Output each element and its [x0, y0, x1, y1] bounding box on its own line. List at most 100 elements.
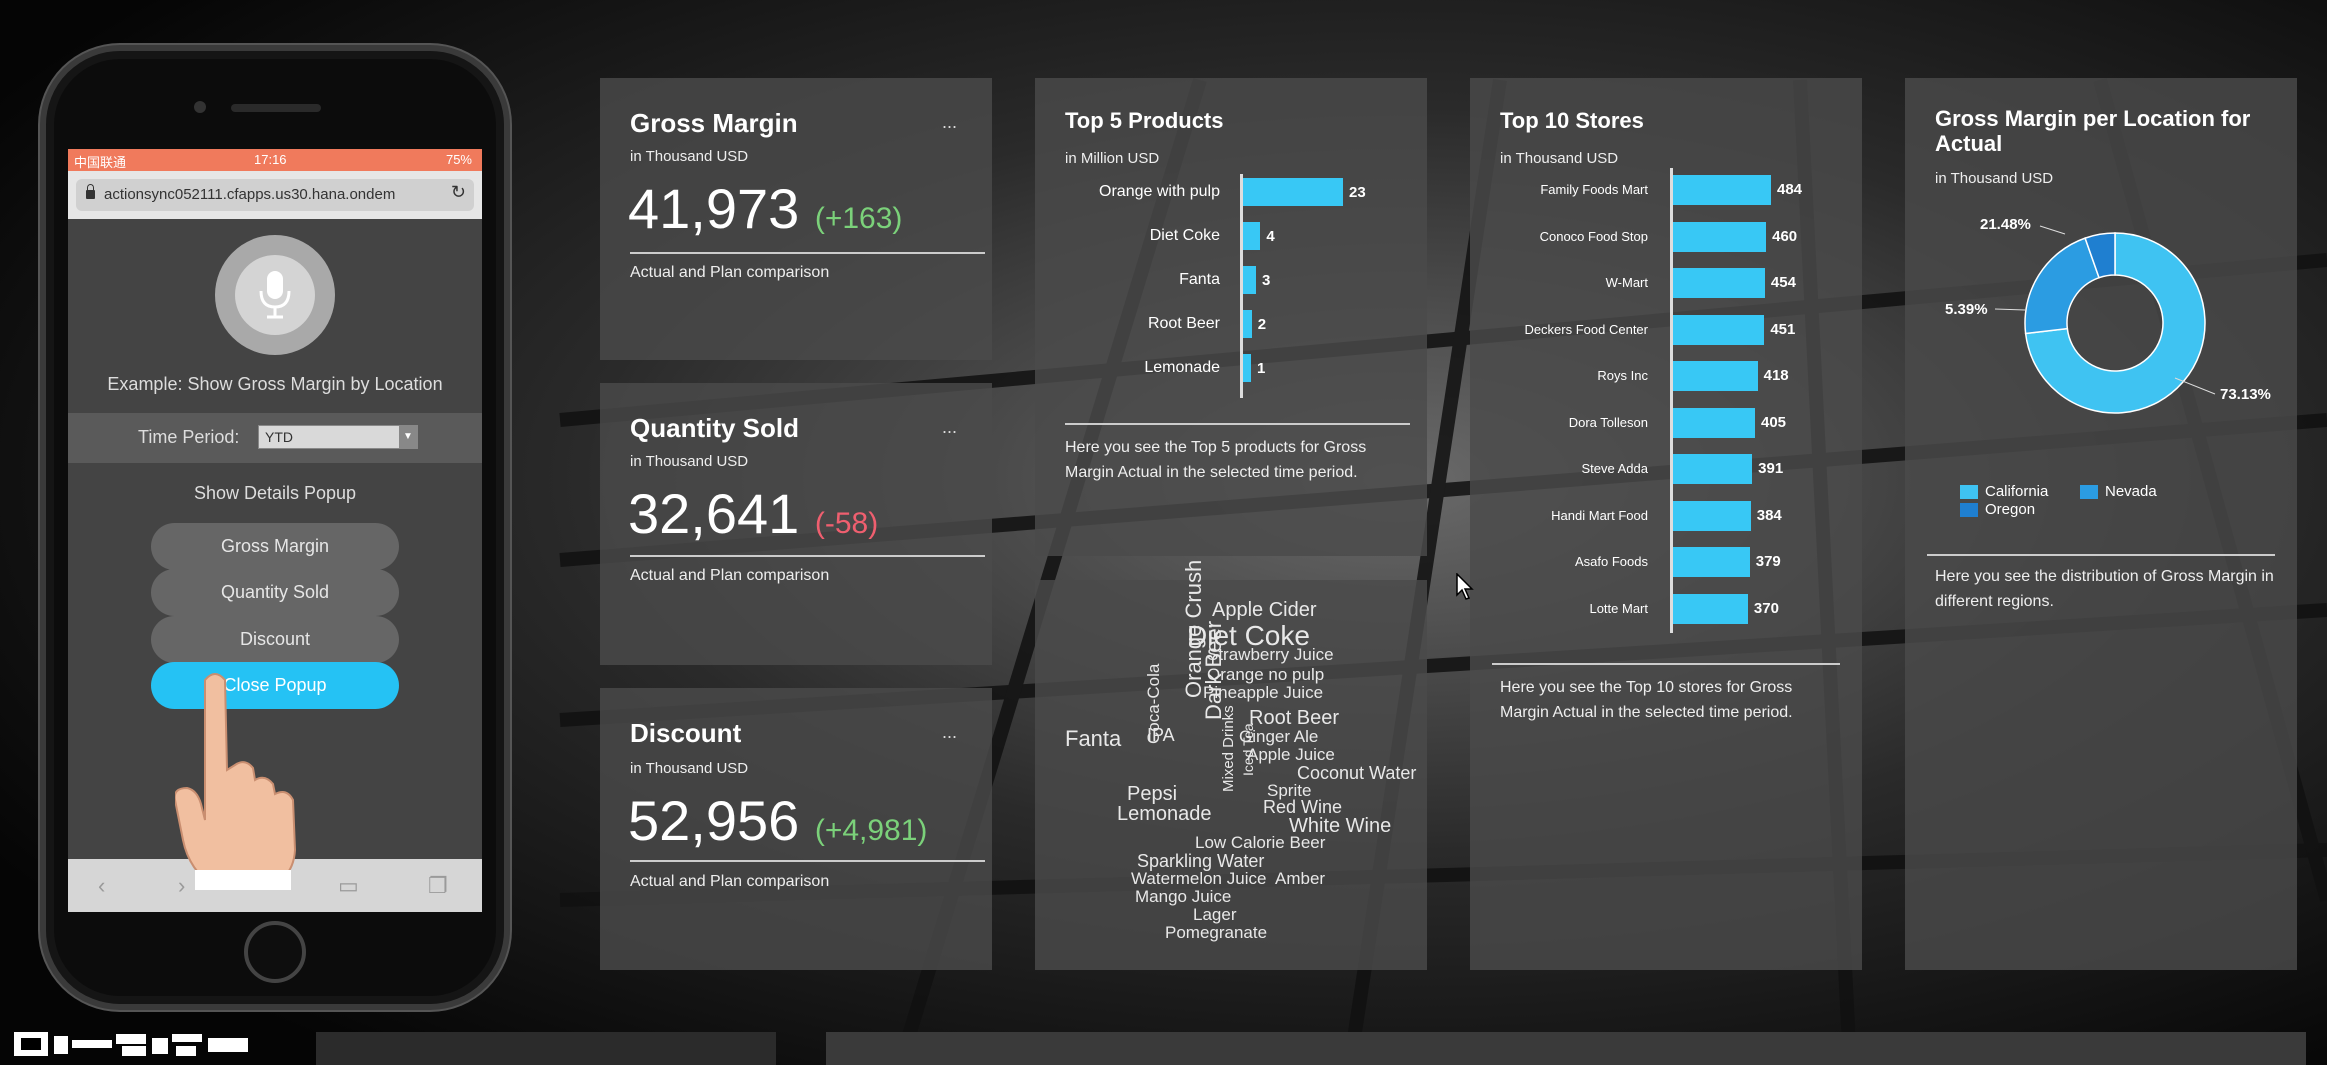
word-cloud-term: Apple Cider — [1212, 599, 1317, 621]
bookmarks-icon[interactable]: ▭ — [338, 873, 359, 899]
word-cloud-term: Coca-Cola — [1144, 663, 1163, 744]
word-cloud-term: Fanta — [1065, 726, 1122, 751]
bar — [1673, 407, 1755, 438]
bar — [1673, 547, 1750, 577]
bar — [1673, 500, 1751, 531]
bar-label: Conoco Food Stop — [1539, 228, 1648, 244]
bottom-strip — [316, 1032, 776, 1065]
bar-value: 384 — [1756, 506, 1782, 524]
bar-label: Handi Mart Food — [1551, 507, 1648, 523]
bar-label: Lotte Mart — [1589, 600, 1648, 616]
gross-margin-card[interactable]: Gross Margin ... in Thousand USD 41,973 … — [600, 78, 992, 360]
bar — [1243, 178, 1343, 206]
quantity-sold-button[interactable]: Quantity Sold — [151, 569, 399, 616]
card-title: Top 5 Products — [1065, 108, 1224, 133]
bar-label: Steve Adda — [1581, 461, 1649, 476]
divider — [630, 860, 985, 862]
kpi-number: 52,956 — [628, 789, 800, 852]
reload-icon[interactable]: ↻ — [451, 182, 466, 203]
word-cloud-term: Apple Juice — [1247, 745, 1335, 764]
pointing-hand-icon — [175, 673, 297, 890]
gm-location-card[interactable]: Gross Margin per Location for Actual in … — [1905, 78, 2297, 970]
kpi-note: Actual and Plan comparison — [630, 264, 830, 281]
top-stores-card[interactable]: Top 10 Stores in Thousand USD Family Foo… — [1470, 78, 1862, 970]
card-unit: in Thousand USD — [630, 760, 749, 777]
bar-value: 1 — [1257, 360, 1266, 377]
bar-label: W-Mart — [1605, 275, 1648, 290]
bar-value: 391 — [1758, 460, 1784, 477]
divider — [1927, 554, 2275, 556]
bar — [1673, 454, 1753, 484]
word-cloud-card[interactable]: Apple Cider Diet Coke Strawberry Juice Oran… — [1035, 560, 1427, 970]
bar — [1673, 221, 1767, 252]
time-period-row: Time Period: YTD ▼ — [68, 413, 482, 463]
microphone-icon — [259, 271, 291, 319]
bar-value: 3 — [1262, 272, 1271, 289]
status-time: 17:16 — [254, 152, 287, 167]
bar-label: Deckers Food Center — [1524, 321, 1648, 337]
word-cloud-term: Lemonade — [1117, 803, 1212, 825]
time-period-label: Time Period: — [138, 427, 240, 447]
quantity-sold-card[interactable]: Quantity Sold ... in Thousand USD 32,641… — [600, 383, 992, 665]
bar-value: 2 — [1257, 316, 1267, 333]
bar — [1673, 175, 1771, 205]
microphone-button[interactable] — [215, 235, 335, 355]
bar-label: Orange with pulp — [1099, 183, 1220, 200]
battery-label: 75% — [445, 152, 472, 167]
home-button[interactable] — [244, 921, 306, 983]
bar-value: 405 — [1761, 413, 1787, 431]
more-options-icon[interactable]: ... — [942, 722, 957, 743]
kpi-delta: (-58) — [814, 507, 879, 540]
bar — [1673, 361, 1758, 391]
kpi-number: 41,973 — [628, 177, 800, 240]
chevron-down-icon: ▼ — [399, 426, 417, 448]
card-description: Here you see the distribution of Gross M… — [1935, 568, 2274, 610]
back-icon[interactable]: ‹ — [98, 873, 105, 899]
bar — [1243, 310, 1252, 338]
divider — [1065, 423, 1410, 425]
gross-margin-button[interactable]: Gross Margin — [151, 523, 399, 570]
bar-label: Family Foods Mart — [1540, 182, 1648, 197]
discount-card[interactable]: Discount ... in Thousand USD 52,956 (+4,… — [600, 688, 992, 970]
example-hint: Example: Show Gross Margin by Location — [107, 374, 443, 394]
kpi-value: 41,973 (+163) — [628, 176, 902, 241]
more-options-icon[interactable]: ... — [942, 112, 957, 133]
bar — [1673, 314, 1765, 345]
tabs-icon[interactable]: ❐ — [428, 873, 448, 899]
legend-california: California — [1985, 483, 2049, 500]
divider — [630, 555, 985, 557]
bar-value: 379 — [1755, 553, 1781, 570]
bar-label: Root Beer — [1147, 315, 1220, 332]
bar-label: Fanta — [1179, 271, 1220, 288]
word-cloud-term: Mixed Drinks — [1220, 705, 1237, 792]
card-title: Top 10 Stores — [1500, 108, 1644, 133]
word-cloud-term: Iced Tea — [1240, 723, 1256, 776]
legend-oregon: Oregon — [1985, 501, 2036, 518]
kpi-value: 52,956 (+4,981) — [628, 788, 927, 853]
discount-button[interactable]: Discount — [151, 616, 399, 663]
carrier-label: 中国联通 — [74, 155, 127, 170]
time-period-value: YTD — [265, 429, 293, 445]
microphone-inner — [235, 255, 315, 335]
legend-nevada: Nevada — [2105, 483, 2157, 500]
top-products-card[interactable]: Top 5 Products in Million USD Orange wit… — [1035, 78, 1427, 556]
card-unit: in Thousand USD — [630, 453, 749, 470]
word-cloud-term: Pepsi — [1127, 783, 1178, 805]
bar-value: 484 — [1777, 181, 1803, 198]
logo-icon — [14, 1032, 248, 1056]
kpi-note: Actual and Plan comparison — [630, 873, 830, 890]
bar — [1673, 268, 1765, 298]
card-unit: in Million USD — [1065, 150, 1160, 167]
bar-label: Asafo Foods — [1575, 554, 1648, 569]
time-period-select[interactable]: YTD ▼ — [258, 425, 418, 449]
url-field[interactable]: actionsync052111.cfapps.us30.hana.ondem … — [76, 179, 474, 211]
more-options-icon[interactable]: ... — [942, 417, 957, 438]
kpi-number: 32,641 — [628, 482, 800, 545]
bar-label: Diet Coke — [1149, 227, 1220, 244]
kpi-delta: (+4,981) — [814, 814, 928, 847]
phone-camera — [194, 101, 206, 113]
phone-speaker — [231, 104, 321, 112]
show-details-label: Show Details Popup — [193, 483, 357, 503]
kpi-delta: (+163) — [814, 202, 903, 235]
word-cloud-term: Sparkling Water — [1137, 851, 1265, 871]
